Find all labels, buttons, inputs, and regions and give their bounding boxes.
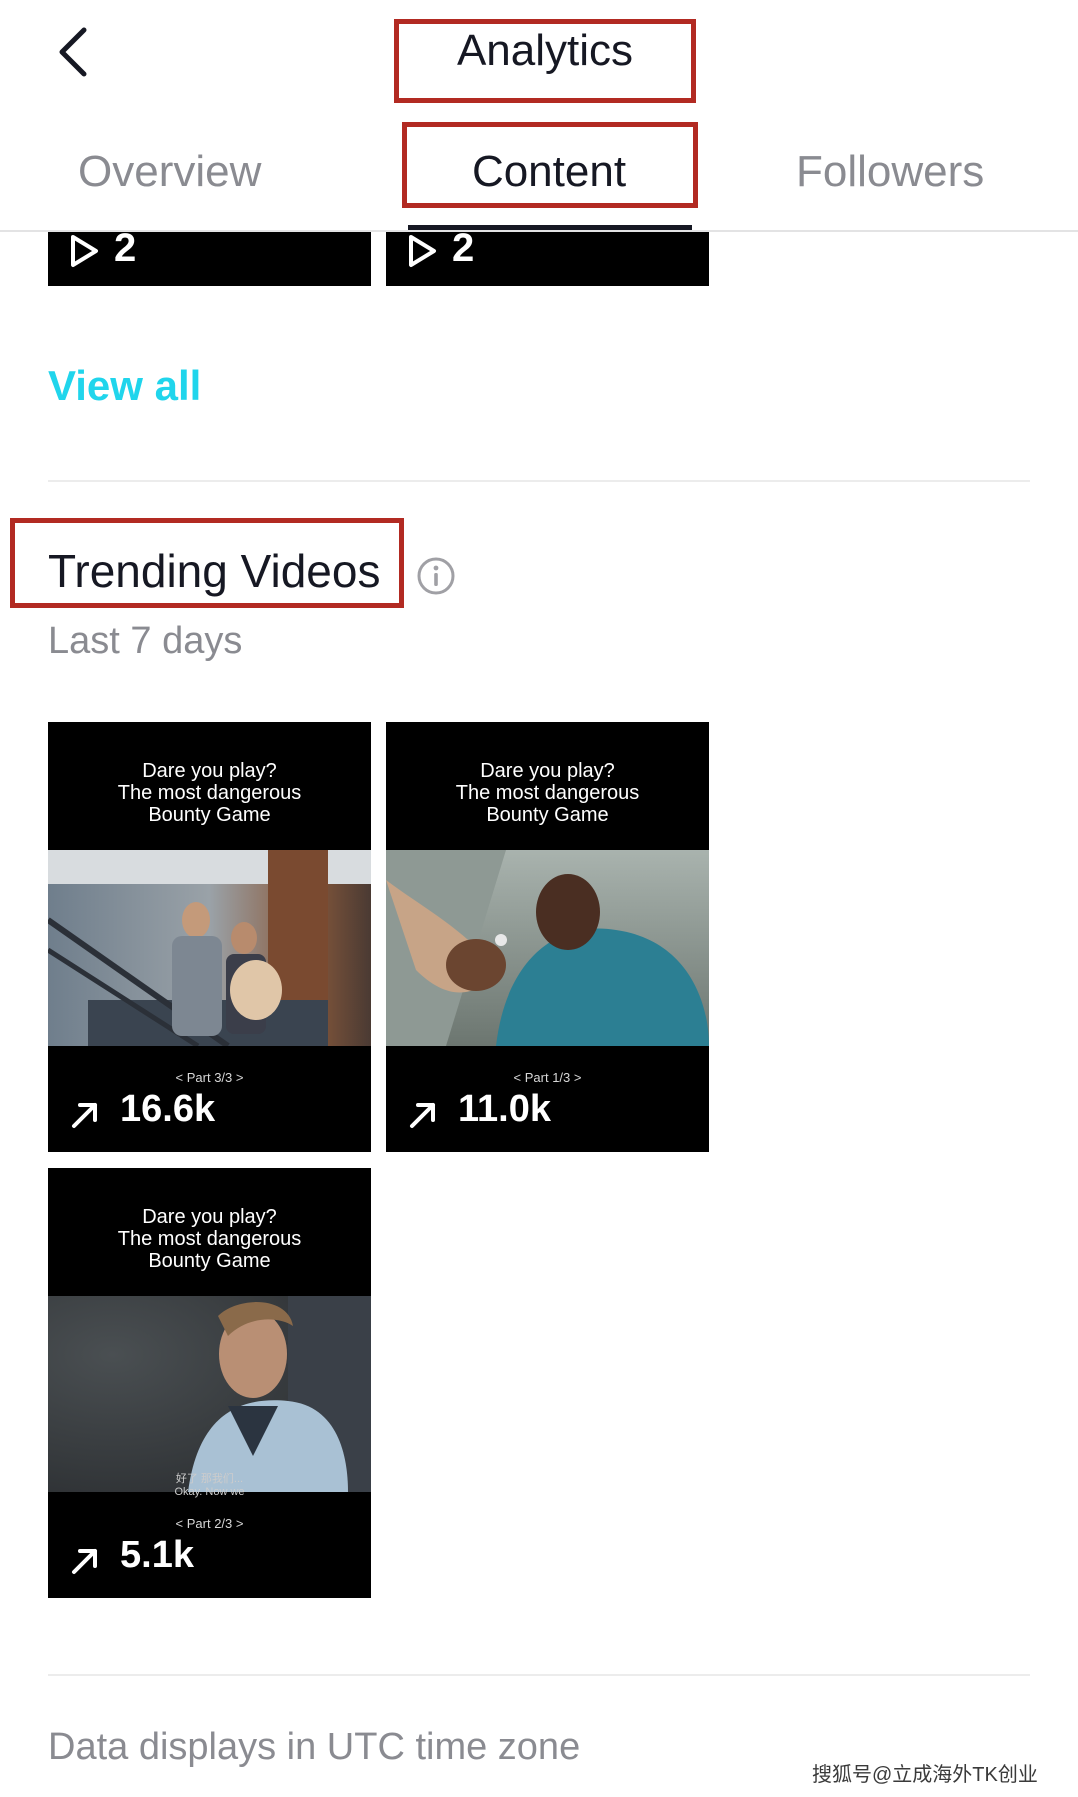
video-card-partial[interactable]: 2 xyxy=(386,226,709,286)
tab-overview[interactable]: Overview xyxy=(78,140,288,204)
active-tab-indicator xyxy=(408,225,692,230)
view-count: 5.1k xyxy=(120,1534,194,1576)
section-subtitle: Last 7 days xyxy=(48,620,243,662)
video-caption: Dare you play? The most dangerous Bounty… xyxy=(117,760,302,826)
video-card-partial[interactable]: 2 xyxy=(48,226,371,286)
trending-arrow-icon xyxy=(410,1103,435,1128)
trending-video-card[interactable]: Dare you play? The most dangerous Bounty… xyxy=(48,722,371,1152)
chevron-left-icon xyxy=(59,27,87,77)
watermark: 搜狐号@立成海外TK创业 xyxy=(812,1764,1038,1786)
info-icon[interactable] xyxy=(416,556,456,596)
divider xyxy=(48,480,1030,482)
timezone-note: Data displays in UTC time zone xyxy=(48,1726,581,1768)
video-part-label: < Part 1/3 > xyxy=(513,1070,582,1085)
video-caption: Dare you play? The most dangerous Bounty… xyxy=(117,1206,302,1272)
top-bar: Analytics Overview Content Followers xyxy=(0,0,1078,232)
trending-video-card[interactable]: Dare you play? The most dangerous Bounty… xyxy=(386,722,709,1152)
page-title: Analytics xyxy=(456,26,634,75)
divider xyxy=(48,1674,1030,1676)
video-thumbnail xyxy=(48,1296,371,1492)
video-part-label: < Part 2/3 > xyxy=(175,1516,244,1531)
video-thumbnail xyxy=(48,850,371,1046)
play-icon xyxy=(409,235,436,267)
video-caption: Dare you play? The most dangerous Bounty… xyxy=(455,760,640,826)
trending-video-card[interactable]: Dare you play? The most dangerous Bounty… xyxy=(48,1168,371,1598)
trending-arrow-icon xyxy=(72,1549,97,1574)
video-part-label: < Part 3/3 > xyxy=(175,1070,244,1085)
back-button[interactable] xyxy=(48,20,108,84)
view-all-link[interactable]: View all xyxy=(48,362,201,410)
view-count: 11.0k xyxy=(458,1088,551,1130)
tab-highlight-box xyxy=(402,122,698,208)
play-icon xyxy=(71,235,98,267)
play-count: 2 xyxy=(114,226,137,270)
video-thumbnail xyxy=(386,850,709,1046)
trending-arrow-icon xyxy=(72,1103,97,1128)
tab-followers[interactable]: Followers xyxy=(796,140,1006,204)
play-count: 2 xyxy=(452,226,475,270)
view-count: 16.6k xyxy=(120,1088,216,1130)
section-title: Trending Videos xyxy=(48,545,381,597)
video-subtitle: 好了 那我们... Okay. Now we xyxy=(174,1473,245,1498)
